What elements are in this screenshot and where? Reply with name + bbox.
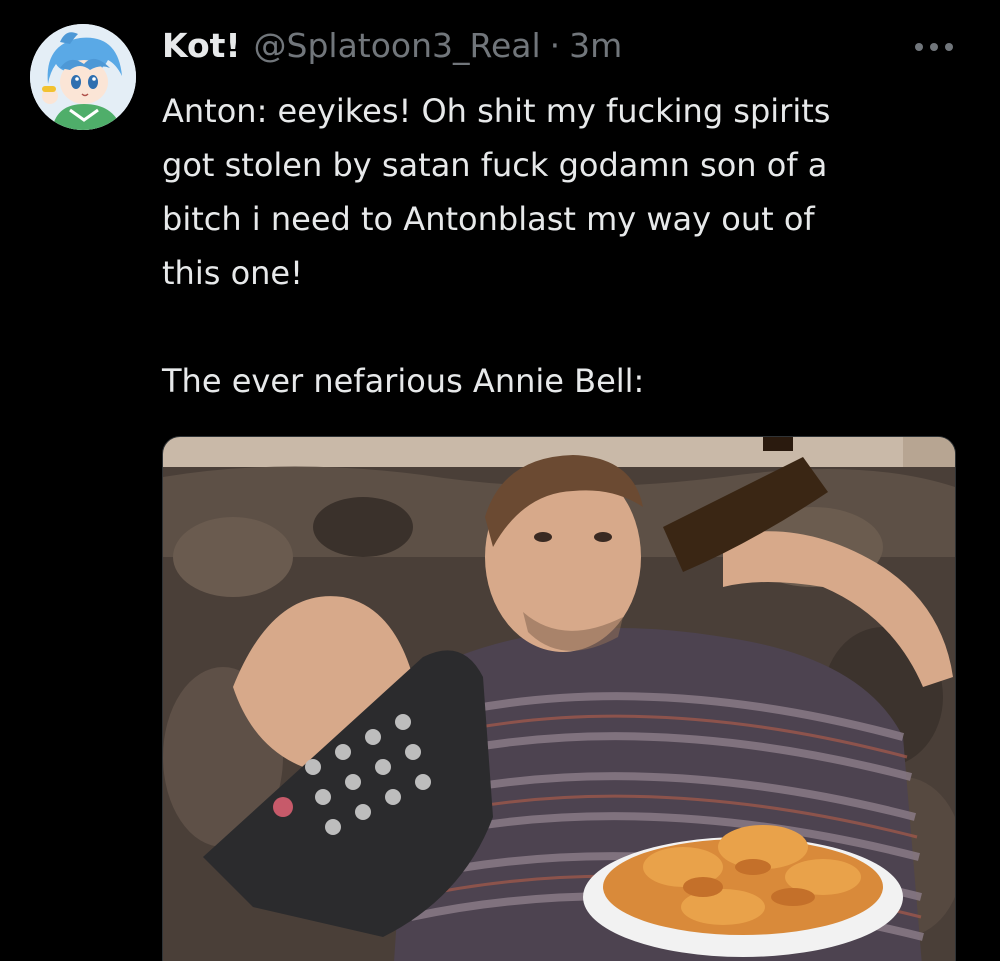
- author-display-name[interactable]: Kot!: [162, 26, 241, 65]
- tweet-header: Kot! @Splatoon3_Real · 3m: [162, 26, 622, 76]
- header-separator: ·: [549, 26, 561, 65]
- tweet-text-line: this one!: [162, 254, 303, 292]
- more-horizontal-icon: [915, 43, 953, 51]
- tweet-media-photo[interactable]: [162, 436, 956, 961]
- tweet-text-line: The ever nefarious Annie Bell:: [162, 362, 645, 400]
- tweet-body: Anton: eeyikes! Oh shit my fucking spiri…: [162, 84, 962, 408]
- tweet[interactable]: Kot! @Splatoon3_Real · 3m Anton: eeyikes…: [0, 0, 1000, 961]
- tweet-text-line: bitch i need to Antonblast my way out of: [162, 200, 815, 238]
- tweet-text-line: got stolen by satan fuck godamn son of a: [162, 146, 828, 184]
- author-handle[interactable]: @Splatoon3_Real: [254, 26, 541, 65]
- tweet-text-line: Anton: eeyikes! Oh shit my fucking spiri…: [162, 92, 831, 130]
- avatar[interactable]: [30, 24, 136, 130]
- tweet-timestamp[interactable]: 3m: [569, 26, 622, 65]
- more-options-button[interactable]: [905, 30, 963, 64]
- avatar-image: [30, 24, 136, 130]
- photo-man-on-couch: [163, 437, 955, 961]
